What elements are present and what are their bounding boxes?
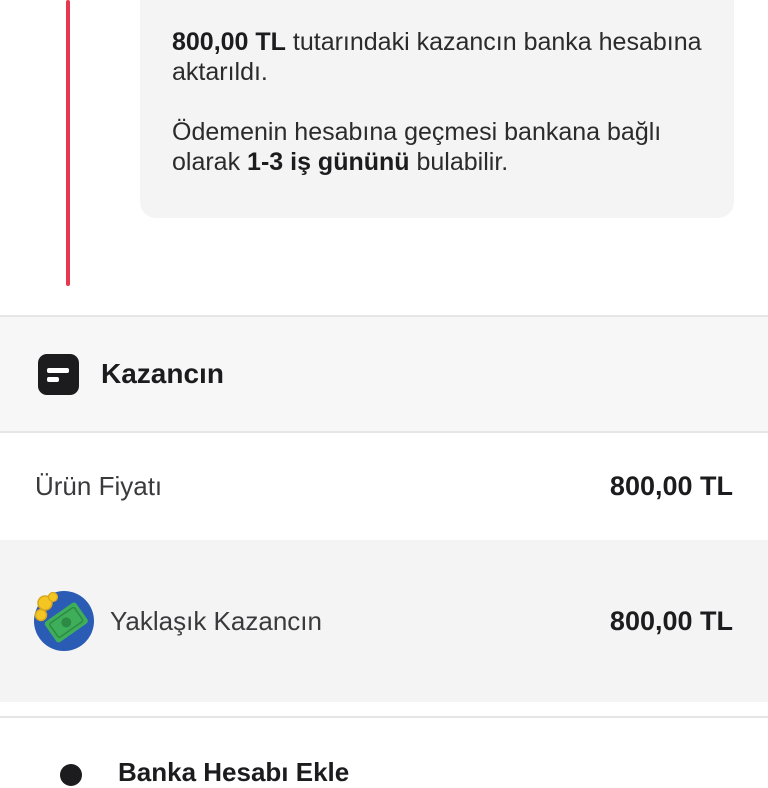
approx-earnings-value: 800,00 TL: [609, 606, 733, 636]
product-price-value: 800,00 TL: [609, 471, 733, 501]
money-coins-icon: [34, 591, 94, 651]
add-bank-account-label: Banka Hesabı Ekle: [118, 757, 350, 787]
approx-earnings-row: Yaklaşık Kazancın 800,00 TL: [0, 540, 768, 702]
payment-duration-message: Ödemenin hesabına geçmesi bankana bağlı …: [172, 117, 702, 177]
transfer-amount: 800,00 TL: [172, 28, 286, 56]
status-timeline-section: 800,00 TL tutarındaki kazancın banka hes…: [0, 0, 768, 315]
transfer-info-card: 800,00 TL tutarındaki kazancın banka hes…: [140, 0, 734, 218]
payment-duration: 1-3 iş gününü: [247, 148, 410, 176]
transfer-message: 800,00 TL tutarındaki kazancın banka hes…: [172, 27, 702, 87]
product-price-row: Ürün Fiyatı 800,00 TL: [0, 433, 768, 540]
add-bank-account-row[interactable]: Banka Hesabı Ekle: [0, 718, 768, 787]
earnings-header: Kazancın: [0, 317, 768, 431]
timeline-line: [66, 0, 70, 286]
earnings-title: Kazancın: [101, 358, 224, 389]
payment-duration-text-end: bulabilir.: [409, 148, 509, 176]
bank-icon: [60, 764, 82, 786]
product-price-label: Ürün Fiyatı: [35, 471, 163, 501]
approx-earnings-label: Yaklaşık Kazancın: [110, 606, 322, 636]
document-icon: [38, 354, 79, 395]
